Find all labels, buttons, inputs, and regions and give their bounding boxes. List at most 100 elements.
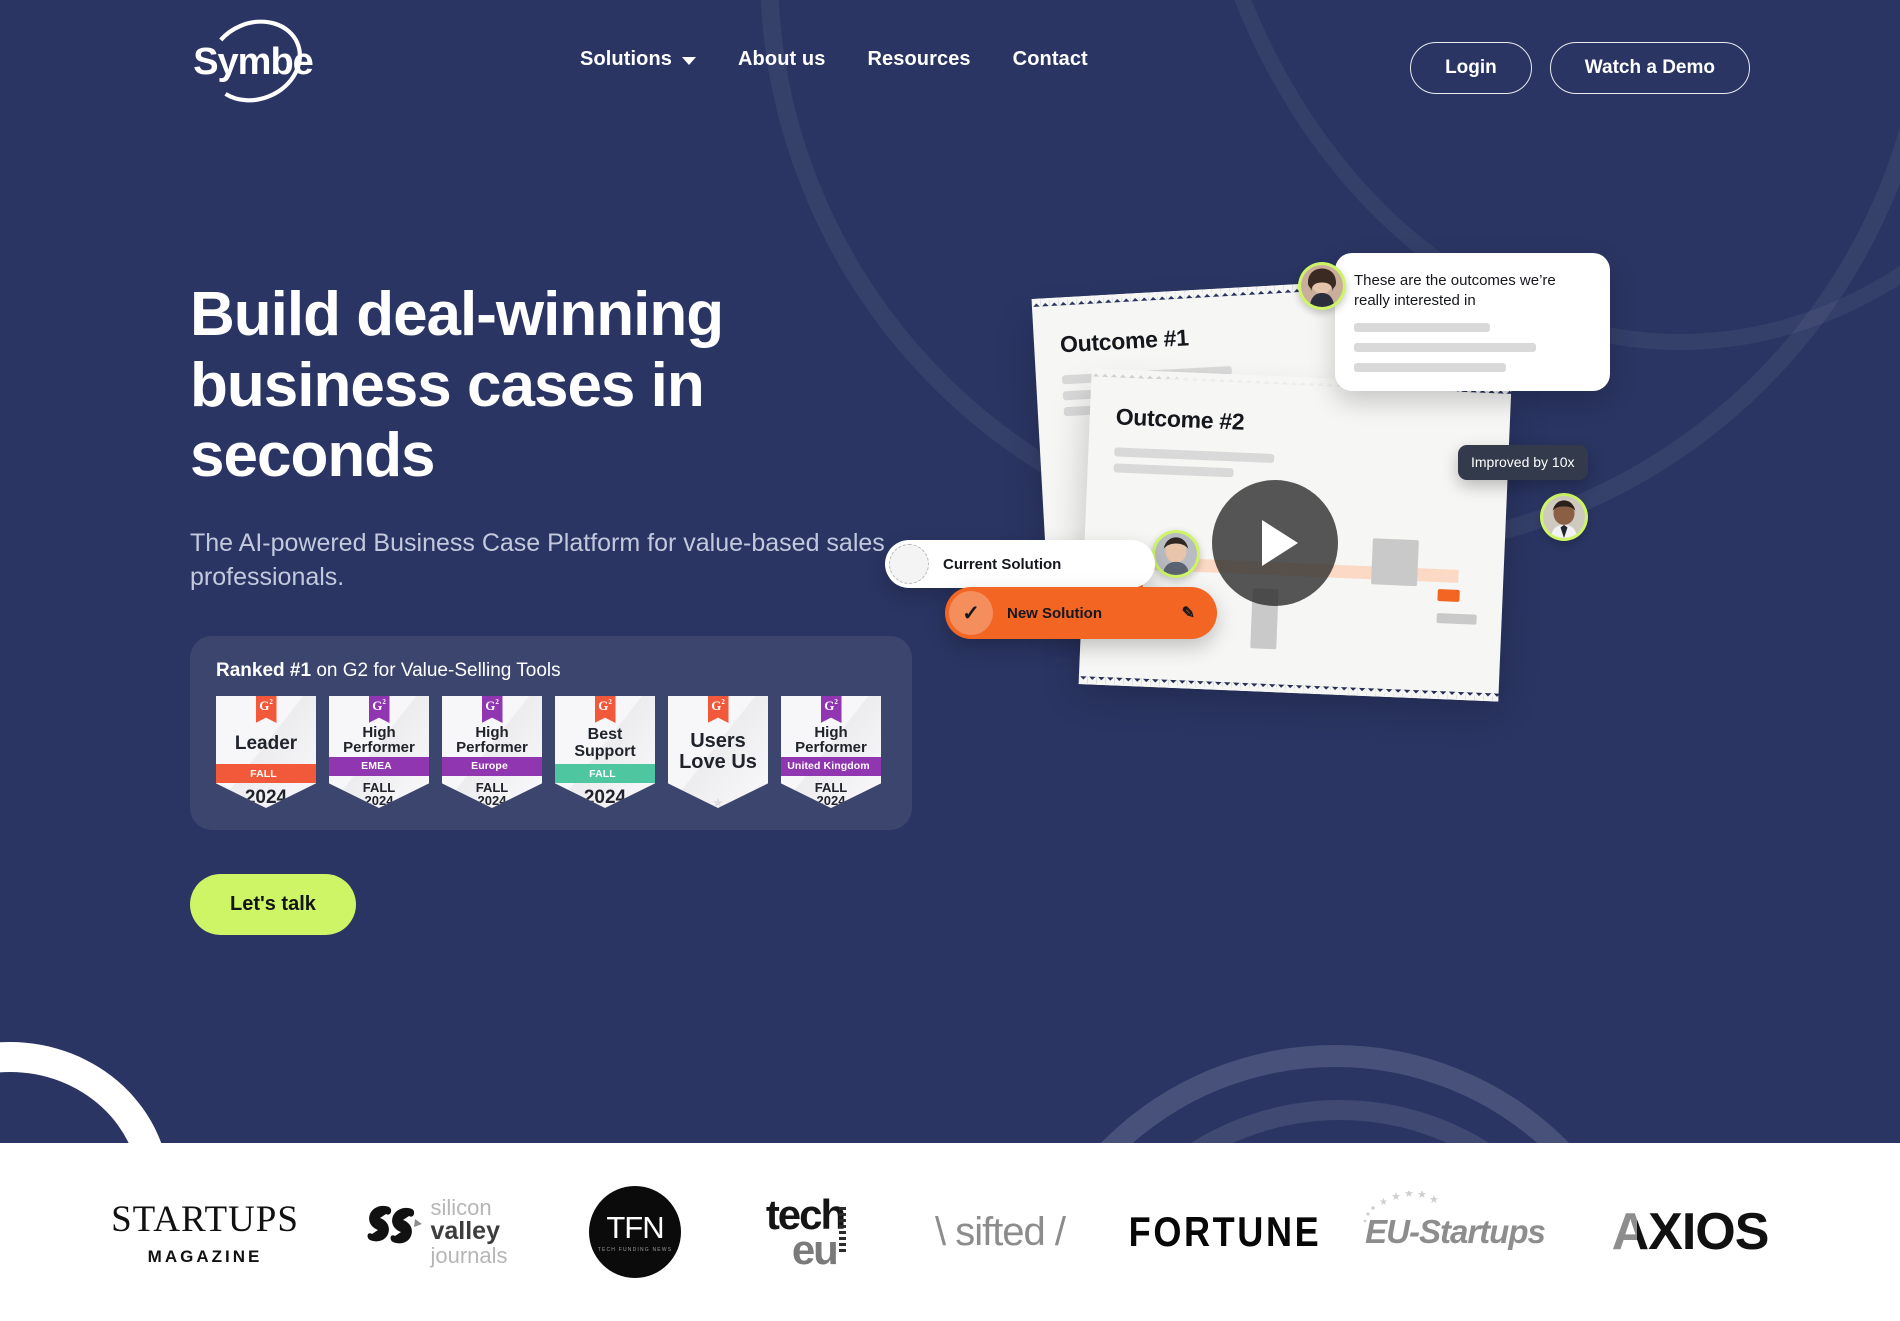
press-logo-fortune: FORTUNE: [1125, 1182, 1325, 1282]
g2-badge-5: G 2 Users Love Us ★: [668, 696, 768, 809]
g2-awards-title: Ranked #1 on G2 for Value-Selling Tools: [216, 660, 886, 682]
g2-badge-title: High Performer: [795, 723, 867, 756]
press-logo-bar: STARTUPS MAGAZINE silicon valley journal…: [0, 1143, 1900, 1321]
symbe-logo[interactable]: Symbe: [190, 14, 320, 109]
pencil-icon[interactable]: ✎: [1182, 603, 1195, 623]
hero-illustration: Outcome #1 Outcome #2 These are the outc…: [885, 253, 1660, 795]
g2-logo-icon: G2: [481, 696, 503, 724]
g2-badge-ribbon: Europe: [442, 756, 542, 776]
g2-rank-bold: Ranked #1: [216, 660, 312, 682]
g2-badge-year: 2024: [583, 787, 627, 809]
g2-badge-4: G 2 Best Support FALL 2024: [555, 696, 655, 809]
g2-badge-2: G 2 High Performer EMEA FALL 2024: [329, 696, 429, 809]
chart-grey-bar: [1436, 613, 1477, 625]
g2-logo-icon: G2: [255, 696, 277, 724]
comment-bubble-text: These are the outcomes we’re really inte…: [1354, 272, 1556, 310]
svg-text:★: ★: [1429, 1194, 1439, 1206]
login-button[interactable]: Login: [1410, 42, 1532, 94]
g2-badge-title: Leader: [234, 732, 298, 754]
svj-line3: journals: [430, 1242, 508, 1268]
nav-label-solutions: Solutions: [580, 48, 673, 70]
svg-text:★: ★: [1379, 1197, 1388, 1208]
placeholder-bar: [1354, 342, 1536, 352]
tfn-line2: TECH FUNDING NEWS: [597, 1246, 673, 1253]
svg-text:★: ★: [1404, 1191, 1414, 1200]
placeholder-bar: [1114, 447, 1275, 464]
g2-badge-year: FALL 2024: [814, 779, 848, 809]
g2-badge-ribbon: United Kingdom: [781, 756, 881, 776]
nav-item-solutions[interactable]: Solutions: [580, 48, 697, 71]
g2-badge-year: 2024: [244, 787, 288, 809]
g2-rank-rest: on G2 for Value-Selling Tools: [311, 660, 561, 682]
press-logo-startups-magazine: STARTUPS MAGAZINE: [105, 1182, 305, 1282]
g2-awards-card: Ranked #1 on G2 for Value-Selling Tools …: [190, 636, 912, 831]
startups-magazine-line1: STARTUPS: [111, 1198, 299, 1240]
nav-item-about-us[interactable]: About us: [738, 48, 825, 71]
nav-actions: Login Watch a Demo: [1410, 42, 1750, 94]
nav-label-resources: Resources: [867, 48, 971, 70]
g2-logo-icon: G2: [820, 696, 842, 724]
lets-talk-button[interactable]: Let's talk: [190, 874, 356, 936]
fortune-wordmark: FORTUNE: [1128, 1208, 1322, 1255]
chart-grey-bar: [1371, 538, 1419, 587]
background-arc-white: [0, 1042, 170, 1143]
main-navigation: Symbe Solutions About us Resources Conta…: [0, 0, 1900, 120]
g2-badge-title: High Performer: [456, 723, 528, 756]
press-logo-sifted: \ sifted /: [905, 1182, 1095, 1282]
g2-logo-icon: G2: [707, 696, 729, 724]
outcome-card-1-title: Outcome #1: [1059, 324, 1190, 358]
avatar-photo: [1301, 265, 1343, 307]
g2-logo-icon: G2: [594, 696, 616, 724]
startups-magazine-line2: MAGAZINE: [147, 1246, 263, 1266]
placeholder-bar: [1113, 463, 1234, 478]
g2-badge-1: G 2 Leader FALL 2024: [216, 696, 316, 809]
watch-demo-button[interactable]: Watch a Demo: [1549, 42, 1750, 94]
svg-text:Symbe: Symbe: [193, 41, 313, 83]
improved-tooltip: Improved by 10x: [1458, 445, 1588, 481]
sj-mark-icon: [368, 1205, 423, 1244]
svj-line1: silicon: [430, 1194, 492, 1220]
avatar: [1298, 262, 1346, 310]
background-arc-bottom-2: [1060, 1100, 1620, 1143]
g2-badge-title: Users Love Us: [679, 730, 757, 773]
press-logo-tfn: TFN TECH FUNDING NEWS: [565, 1182, 705, 1282]
current-solution-pill[interactable]: Current Solution: [885, 540, 1155, 588]
avatar-photo: [1543, 496, 1585, 538]
hero-subheading: The AI-powered Business Case Platform fo…: [190, 529, 885, 592]
new-solution-pill[interactable]: ✓ New Solution ✎: [945, 587, 1217, 639]
techeu-dots-icon: [839, 1206, 847, 1253]
techeu-line2: eu: [791, 1226, 839, 1273]
tfn-line1: TFN: [606, 1209, 664, 1245]
nav-label-about-us: About us: [738, 48, 826, 70]
g2-badge-year: FALL 2024: [362, 779, 396, 809]
press-logo-silicon-valley-journals: silicon valley journals: [335, 1182, 535, 1282]
axios-wordmark: AXIOS: [1611, 1203, 1770, 1261]
press-logo-eu-startups: ★ ★ ★ ★ ★ EU-Startups: [1355, 1182, 1555, 1282]
chevron-down-icon: [682, 57, 697, 65]
avatar: [1152, 530, 1200, 578]
hero-section: Symbe Solutions About us Resources Conta…: [0, 0, 1900, 1143]
eu-stars-icon: ★ ★ ★ ★ ★: [1363, 1191, 1439, 1223]
avatar: [1540, 493, 1588, 541]
press-logo-axios: AXIOS: [1585, 1182, 1795, 1282]
card-torn-edge-bottom: [1078, 675, 1499, 702]
g2-badge-ribbon: FALL: [555, 764, 655, 784]
current-solution-label: Current Solution: [943, 555, 1062, 573]
g2-badge-list: G 2 Leader FALL 2024 G 2 High Performer EMEA FALL…: [216, 696, 886, 809]
nav-item-contact[interactable]: Contact: [1013, 48, 1088, 71]
g2-badge-star-divider: ★: [685, 796, 751, 808]
g2-badge-ribbon: FALL: [216, 764, 316, 784]
g2-badge-year: FALL 2024: [475, 779, 509, 809]
svg-text:★: ★: [1417, 1191, 1427, 1201]
nav-item-resources[interactable]: Resources: [867, 48, 970, 71]
nav-links: Solutions About us Resources Contact: [580, 48, 1130, 71]
avatar-photo: [1155, 533, 1197, 575]
svj-line2: valley: [430, 1217, 500, 1246]
press-logo-tech-eu: tech eu: [735, 1182, 875, 1282]
outcome-card-2-title: Outcome #2: [1115, 403, 1245, 435]
comment-bubble: These are the outcomes we’re really inte…: [1335, 253, 1610, 391]
svg-text:★: ★: [1391, 1191, 1401, 1203]
new-solution-label: New Solution: [1007, 604, 1102, 622]
play-video-button[interactable]: [1212, 480, 1338, 606]
g2-badge-title: High Performer: [343, 723, 415, 756]
